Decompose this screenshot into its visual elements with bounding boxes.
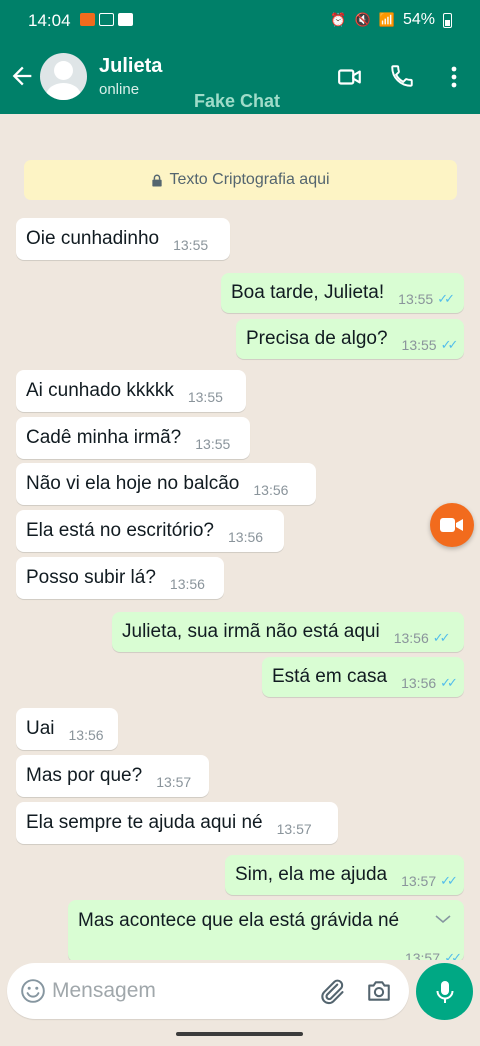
voice-message-button[interactable] (416, 963, 473, 1020)
message-input[interactable] (52, 973, 292, 1009)
message-text: Uai (26, 718, 55, 739)
message-time: 13:55 (398, 291, 434, 307)
wifi-icon: 📶 (378, 12, 395, 27)
message-text: Julieta, sua irmã não está aqui (122, 621, 380, 642)
message-bubble-incoming[interactable]: Ela está no escritório? 13:56 (16, 510, 284, 552)
message-time: 13:57 (404, 950, 440, 960)
message-text: Precisa de algo? (246, 328, 388, 349)
message-time: 13:56 (228, 529, 264, 545)
status-bar: 14:04 ⏰ 🔇 📶 54% (0, 0, 480, 42)
status-app-icons (80, 13, 133, 26)
system-navigation-bar (0, 1026, 480, 1046)
message-text: Sim, ela me ajuda (235, 864, 388, 885)
read-ticks-icon: ✓✓ (437, 291, 455, 306)
status-time: 14:04 (28, 11, 71, 30)
message-time: 13:57 (401, 873, 437, 889)
message-bubble-incoming[interactable]: Posso subir lá? 13:56 (16, 557, 224, 599)
message-bubble-incoming[interactable]: Oie cunhadinho 13:55 (16, 218, 230, 260)
play-notification-icon (99, 13, 114, 26)
message-bubble-incoming[interactable]: Ai cunhado kkkkk 13:55 (16, 370, 246, 412)
message-bubble-incoming[interactable]: Não vi ela hoje no balcão 13:56 (16, 463, 316, 505)
screen-recorder-button[interactable] (430, 503, 474, 547)
video-camera-icon (440, 518, 463, 532)
read-ticks-icon: ✓✓ (444, 950, 462, 960)
message-bubble-outgoing[interactable]: Precisa de algo? 13:55 ✓✓ (236, 319, 464, 359)
message-bubble-outgoing[interactable]: Está em casa 13:56 ✓✓ (262, 657, 464, 697)
encryption-notice-text: Texto Criptografia aqui (169, 171, 330, 188)
message-time: 13:56 (68, 727, 104, 743)
message-text: Está em casa (272, 666, 388, 687)
microphone-icon (436, 980, 453, 1003)
message-time: 13:56 (401, 675, 437, 691)
message-text: Boa tarde, Julieta! (231, 282, 385, 303)
read-ticks-icon: ✓✓ (432, 630, 451, 645)
video-call-icon[interactable] (337, 64, 363, 90)
message-bubble-incoming[interactable]: Uai 13:56 (16, 708, 118, 750)
camera-icon[interactable] (366, 978, 392, 1004)
message-bubble-incoming[interactable]: Mas por que? 13:57 (16, 755, 209, 797)
alarm-icon: ⏰ (330, 12, 347, 27)
message-menu-chevron[interactable] (426, 906, 460, 934)
message-list[interactable]: Texto Criptografia aqui Oie cunhadinho 1… (0, 114, 480, 960)
message-text: Ela sempre te ajuda aqui né (26, 812, 263, 833)
message-bubble-incoming[interactable]: Ela sempre te ajuda aqui né 13:57 (16, 802, 338, 844)
message-text: Mas acontece que ela está grávida né (78, 910, 400, 931)
home-gesture-handle[interactable] (176, 1032, 303, 1036)
read-ticks-icon: ✓✓ (440, 873, 458, 888)
message-time: 13:56 (169, 576, 205, 592)
message-text: Não vi ela hoje no balcão (26, 473, 240, 494)
video-record-notification-icon (80, 13, 95, 26)
message-text: Oie cunhadinho (26, 228, 160, 249)
message-time: 13:57 (156, 774, 192, 790)
message-text: Ela está no escritório? (26, 520, 214, 541)
message-text: Ai cunhado kkkkk (26, 380, 174, 401)
phone-call-icon[interactable] (389, 63, 415, 89)
read-ticks-icon: ✓✓ (440, 337, 459, 352)
lock-icon (152, 174, 163, 187)
message-text: Mas por que? (26, 765, 143, 786)
chat-header: Julieta online Fake Chat (0, 42, 480, 114)
encryption-notice[interactable]: Texto Criptografia aqui (24, 160, 457, 200)
battery-level: 54% (402, 11, 435, 28)
message-composer (7, 963, 409, 1019)
mute-icon: 🔇 (354, 12, 371, 27)
message-time: 13:55 (173, 237, 209, 253)
message-time: 13:57 (276, 821, 312, 837)
message-bubble-outgoing[interactable]: Mas acontece que ela está grávida né 13:… (68, 900, 464, 960)
contact-avatar[interactable] (40, 53, 87, 100)
message-time: 13:55 (401, 337, 437, 353)
folder-notification-icon (118, 13, 133, 26)
message-bubble-outgoing[interactable]: Sim, ela me ajuda 13:57 ✓✓ (225, 855, 464, 895)
back-arrow-icon[interactable] (8, 62, 36, 90)
message-bubble-outgoing[interactable]: Boa tarde, Julieta! 13:55 ✓✓ (221, 273, 464, 313)
attachment-icon[interactable] (318, 977, 346, 1005)
status-indicators: ⏰ 🔇 📶 54% (330, 11, 452, 29)
battery-icon (443, 12, 452, 28)
contact-status: online (99, 81, 140, 98)
fake-chat-watermark: Fake Chat (194, 91, 281, 111)
message-time: 13:55 (187, 389, 223, 405)
message-time: 13:56 (253, 482, 289, 498)
message-text: Posso subir lá? (26, 567, 156, 588)
message-time: 13:55 (195, 436, 231, 452)
more-options-icon[interactable] (446, 64, 462, 90)
read-ticks-icon: ✓✓ (440, 675, 458, 690)
message-time: 13:56 (393, 630, 429, 646)
emoji-icon[interactable] (20, 978, 46, 1004)
message-bubble-outgoing[interactable]: Julieta, sua irmã não está aqui 13:56 ✓✓ (112, 612, 464, 652)
message-text: Cadê minha irmã? (26, 427, 182, 448)
message-bubble-incoming[interactable]: Cadê minha irmã? 13:55 (16, 417, 250, 459)
contact-name[interactable]: Julieta (99, 55, 162, 78)
chevron-down-icon (435, 915, 451, 924)
